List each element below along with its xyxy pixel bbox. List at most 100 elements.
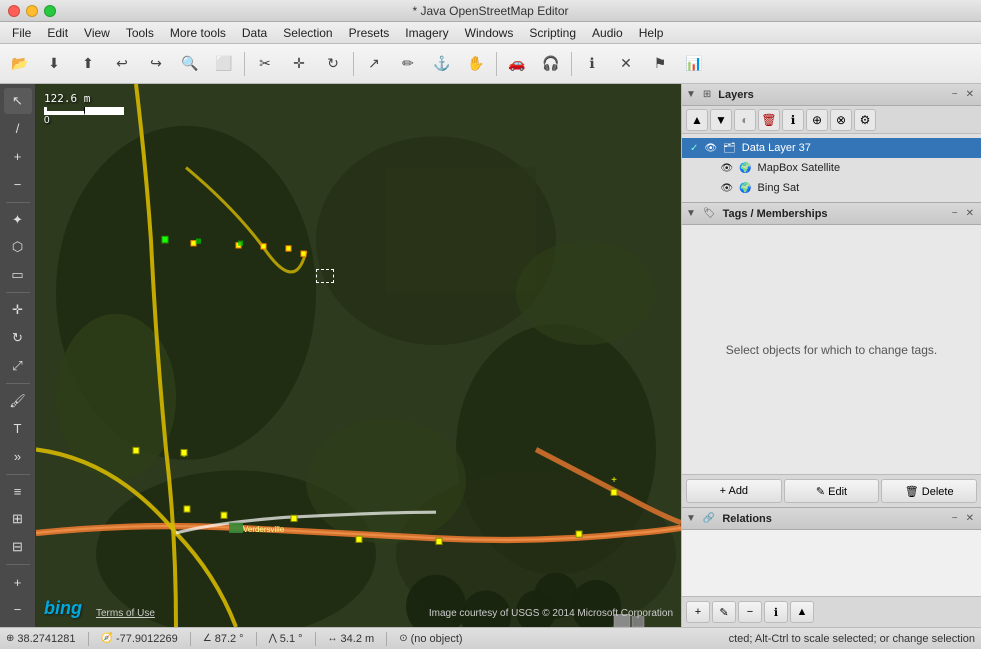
delete-button[interactable]: ✂ bbox=[249, 48, 281, 80]
layers-minimize[interactable]: − bbox=[949, 88, 961, 101]
layer-name: MapBox Satellite bbox=[758, 162, 841, 174]
area-tool[interactable]: ▭ bbox=[4, 262, 32, 288]
relation-up-btn[interactable]: ▲ bbox=[790, 601, 814, 623]
sep2 bbox=[353, 52, 354, 76]
menu-item-audio[interactable]: Audio bbox=[584, 24, 631, 42]
redo-button[interactable]: ↪ bbox=[140, 48, 172, 80]
hand-button[interactable]: ✋ bbox=[460, 48, 492, 80]
select-button[interactable]: ↗ bbox=[358, 48, 390, 80]
layers-close[interactable]: ✕ bbox=[963, 88, 977, 101]
layer-opacity-btn[interactable]: ◐ bbox=[734, 109, 756, 131]
relations-minimize[interactable]: − bbox=[949, 512, 961, 525]
menu-item-data[interactable]: Data bbox=[234, 24, 275, 42]
status-angle: ∠ 87.2 ° bbox=[203, 633, 244, 645]
filter-side-tool[interactable]: ⊞ bbox=[4, 506, 32, 532]
menu-item-view[interactable]: View bbox=[76, 24, 118, 42]
maximize-button[interactable] bbox=[44, 5, 56, 17]
anchor-button[interactable]: ⚓ bbox=[426, 48, 458, 80]
layers-toggle[interactable]: ▼ bbox=[686, 89, 696, 100]
rotate-tool[interactable]: ↻ bbox=[4, 325, 32, 351]
menu-item-windows[interactable]: Windows bbox=[457, 24, 522, 42]
delete-tag-button[interactable]: 🗑 Delete bbox=[881, 479, 977, 503]
layer-item-1[interactable]: ✓ 👁 🌍 MapBox Satellite bbox=[682, 158, 981, 178]
layers-title: Layers bbox=[718, 89, 944, 101]
relation-info-btn[interactable]: ℹ bbox=[764, 601, 788, 623]
cross-button[interactable]: ✕ bbox=[610, 48, 642, 80]
menu-item-file[interactable]: File bbox=[4, 24, 39, 42]
menu-item-more-tools[interactable]: More tools bbox=[162, 24, 234, 42]
layer-trash-btn[interactable]: 🗑 bbox=[758, 109, 780, 131]
tags-close[interactable]: ✕ bbox=[963, 207, 977, 220]
zoom-box-button[interactable]: ⬜ bbox=[208, 48, 240, 80]
tags-minimize[interactable]: − bbox=[949, 207, 961, 220]
menu-item-help[interactable]: Help bbox=[631, 24, 672, 42]
minus-tool[interactable]: − bbox=[4, 597, 32, 623]
move-button[interactable]: ✛ bbox=[283, 48, 315, 80]
rotate-button[interactable]: ↻ bbox=[317, 48, 349, 80]
relation-add-btn[interactable]: + bbox=[686, 601, 710, 623]
audio-button[interactable]: 🎧 bbox=[535, 48, 567, 80]
close-button[interactable] bbox=[8, 5, 20, 17]
node-tool[interactable]: ✦ bbox=[4, 207, 32, 233]
text-tool[interactable]: T bbox=[4, 416, 32, 442]
map-canvas: Verdersville + + bbox=[36, 84, 681, 627]
menu-item-selection[interactable]: Selection bbox=[275, 24, 340, 42]
draw-button[interactable]: ✏ bbox=[392, 48, 424, 80]
open-file-button[interactable]: 📂 bbox=[4, 48, 36, 80]
layer-merge-btn[interactable]: ⊕ bbox=[806, 109, 828, 131]
menu-item-edit[interactable]: Edit bbox=[39, 24, 76, 42]
menu-item-tools[interactable]: Tools bbox=[118, 24, 162, 42]
layers-list: ✓ 👁 🗂 Data Layer 37✓ 👁 🌍 MapBox Satellit… bbox=[682, 134, 981, 202]
relation-edit-btn[interactable]: ✎ bbox=[712, 601, 736, 623]
grid-side-tool[interactable]: ⊟ bbox=[4, 534, 32, 560]
zoom-in-tool[interactable]: + bbox=[4, 144, 32, 170]
menu-item-imagery[interactable]: Imagery bbox=[397, 24, 456, 42]
tags-icon: 🏷 bbox=[700, 207, 719, 220]
layer-item-0[interactable]: ✓ 👁 🗂 Data Layer 37 bbox=[682, 138, 981, 158]
relations-title: Relations bbox=[722, 513, 944, 525]
layer-duplicate-btn[interactable]: ⊗ bbox=[830, 109, 852, 131]
paint-tool[interactable]: 🖌 bbox=[4, 388, 32, 414]
layer-down-btn[interactable]: ▼ bbox=[710, 109, 732, 131]
layer-settings-btn[interactable]: ⚙ bbox=[854, 109, 876, 131]
car-button[interactable]: 🚗 bbox=[501, 48, 533, 80]
more-btn[interactable]: » bbox=[4, 444, 32, 470]
draw-tool[interactable]: / bbox=[4, 116, 32, 142]
map-area[interactable]: Verdersville + + 122.6 m 0 bing bbox=[36, 84, 681, 627]
plus-tool[interactable]: + bbox=[4, 569, 32, 595]
layers-side-tool[interactable]: ≡ bbox=[4, 478, 32, 504]
layer-info-btn[interactable]: ℹ bbox=[782, 109, 804, 131]
menu-item-presets[interactable]: Presets bbox=[341, 24, 398, 42]
sep4 bbox=[571, 52, 572, 76]
relations-buttons: + ✎ − ℹ ▲ bbox=[682, 596, 981, 627]
bing-terms[interactable]: Terms of Use bbox=[96, 608, 155, 619]
relations-close[interactable]: ✕ bbox=[963, 512, 977, 525]
layer-item-2[interactable]: ✓ 👁 🌍 Bing Sat bbox=[682, 178, 981, 198]
chart-button[interactable]: 📊 bbox=[678, 48, 710, 80]
window-controls bbox=[8, 5, 56, 17]
minimize-button[interactable] bbox=[26, 5, 38, 17]
add-tag-button[interactable]: + Add bbox=[686, 479, 782, 503]
zoom-fit-button[interactable]: 🔍 bbox=[174, 48, 206, 80]
select-tool[interactable]: ↖ bbox=[4, 88, 32, 114]
tags-title: Tags / Memberships bbox=[723, 208, 945, 220]
upload-button[interactable]: ⬆ bbox=[72, 48, 104, 80]
flag-button[interactable]: ⚑ bbox=[644, 48, 676, 80]
tags-toggle[interactable]: ▼ bbox=[686, 208, 696, 219]
menu-item-scripting[interactable]: Scripting bbox=[521, 24, 584, 42]
relations-toggle[interactable]: ▼ bbox=[686, 513, 696, 524]
scale-tool[interactable]: ⤢ bbox=[4, 353, 32, 379]
info-button[interactable]: ℹ bbox=[576, 48, 608, 80]
layer-up-btn[interactable]: ▲ bbox=[686, 109, 708, 131]
left-separator bbox=[6, 383, 30, 384]
download-button[interactable]: ⬇ bbox=[38, 48, 70, 80]
zoom-out-tool[interactable]: − bbox=[4, 172, 32, 198]
status-lon: 🧭 -77.9012269 bbox=[101, 633, 178, 645]
move-tool[interactable]: ✛ bbox=[4, 297, 32, 323]
right-panel: ▼ ⊞ Layers − ✕ ▲ ▼ ◐ 🗑 ℹ ⊕ ⊗ ⚙ ✓ bbox=[681, 84, 981, 627]
layer-name: Bing Sat bbox=[758, 182, 800, 194]
edit-tag-button[interactable]: ✎ Edit bbox=[784, 479, 880, 503]
undo-button[interactable]: ↩ bbox=[106, 48, 138, 80]
relation-delete-btn[interactable]: − bbox=[738, 601, 762, 623]
way-tool[interactable]: ⬡ bbox=[4, 234, 32, 260]
